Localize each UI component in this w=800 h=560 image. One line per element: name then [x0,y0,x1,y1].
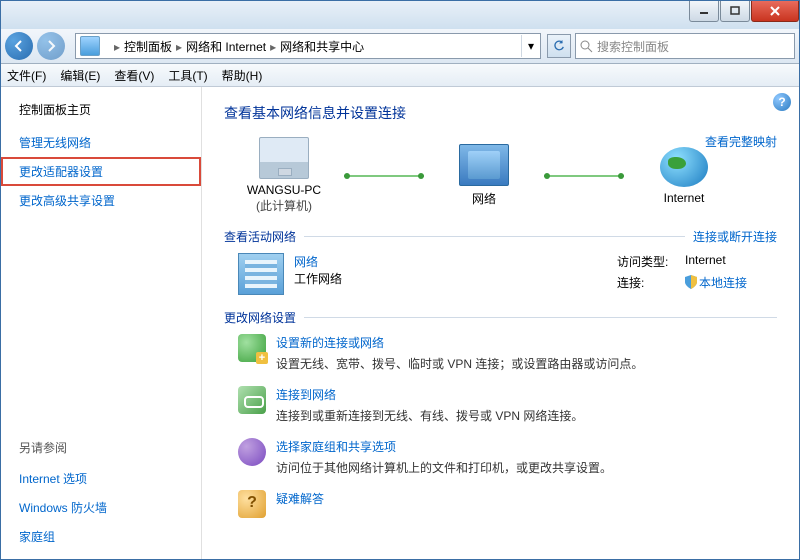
menu-tools[interactable]: 工具(T) [168,67,207,84]
navbar: ▸控制面板▸网络和 Internet▸网络和共享中心 ▾ 搜索控制面板 [1,29,799,64]
troubleshoot-icon [238,490,266,518]
back-button[interactable] [5,32,33,60]
forward-button[interactable] [37,32,65,60]
connect-disconnect-link[interactable]: 连接或断开连接 [693,228,777,245]
body: 控制面板主页 管理无线网络 更改适配器设置 更改高级共享设置 另请参阅 Inte… [1,87,799,559]
address-bar[interactable]: ▸控制面板▸网络和 Internet▸网络和共享中心 ▾ [75,33,541,59]
menu-edit[interactable]: 编辑(E) [60,67,100,84]
control-panel-home-link[interactable]: 控制面板主页 [1,101,201,128]
node-network: 网络 [424,144,544,207]
network-hub-icon [459,144,509,186]
node-this-pc: WANGSU-PC (此计算机) [224,137,344,214]
active-networks-header: 查看活动网络 [224,228,296,245]
menu-file[interactable]: 文件(F) [7,67,46,84]
titlebar [1,1,799,29]
sidebar-seealso-internet-options[interactable]: Internet 选项 [1,464,201,493]
shield-icon [685,275,697,289]
change-settings-header: 更改网络设置 [224,309,296,326]
see-also-header: 另请参阅 [1,439,201,464]
pc-icon [259,137,309,179]
menubar: 文件(F) 编辑(E) 查看(V) 工具(T) 帮助(H) [1,64,799,87]
task-connect-network[interactable]: 连接到网络连接到或重新连接到无线、有线、拨号或 VPN 网络连接。 [238,386,777,424]
task-homegroup-sharing[interactable]: 选择家庭组和共享选项访问位于其他网络计算机上的文件和打印机，或更改共享设置。 [238,438,777,476]
connect-network-icon [238,386,266,414]
menu-view[interactable]: 查看(V) [114,67,154,84]
change-settings-section: 更改网络设置 设置新的连接或网络设置无线、宽带、拨号、临时或 VPN 连接；或设… [224,309,777,518]
full-map-link[interactable]: 查看完整映射 [705,133,777,150]
sidebar-item-advanced-sharing[interactable]: 更改高级共享设置 [1,186,201,215]
maximize-button[interactable] [720,1,750,22]
globe-icon [660,147,708,187]
search-input[interactable]: 搜索控制面板 [575,33,795,59]
sidebar-item-wireless[interactable]: 管理无线网络 [1,128,201,157]
sidebar-seealso-homegroup[interactable]: 家庭组 [1,522,201,559]
node-internet: Internet [624,147,744,205]
active-network-props: 访问类型:Internet 连接:本地连接 [617,253,747,295]
sidebar-seealso-firewall[interactable]: Windows 防火墙 [1,493,201,522]
active-network-name[interactable]: 网络 [294,253,342,270]
active-network-row: 网络 工作网络 访问类型:Internet 连接:本地连接 [224,253,777,295]
active-networks-section: 查看活动网络 连接或断开连接 网络 工作网络 访问类型:Internet 连接:本… [224,228,777,295]
new-connection-icon [238,334,266,362]
local-connection-link[interactable]: 本地连接 [685,274,747,291]
sidebar: 控制面板主页 管理无线网络 更改适配器设置 更改高级共享设置 另请参阅 Inte… [1,87,202,559]
breadcrumb: ▸控制面板▸网络和 Internet▸网络和共享中心 [104,38,370,55]
close-button[interactable] [751,1,799,22]
work-network-icon [238,253,284,295]
window: ▸控制面板▸网络和 Internet▸网络和共享中心 ▾ 搜索控制面板 文件(F… [0,0,800,560]
address-dropdown[interactable]: ▾ [521,35,540,57]
homegroup-icon [238,438,266,466]
link-line [544,175,624,177]
search-icon [580,40,593,53]
network-map: WANGSU-PC (此计算机) 网络 Internet [224,137,777,214]
task-new-connection[interactable]: 设置新的连接或网络设置无线、宽带、拨号、临时或 VPN 连接；或设置路由器或访问… [238,334,777,372]
active-network-type[interactable]: 工作网络 [294,270,342,287]
sidebar-item-adapter-settings[interactable]: 更改适配器设置 [1,157,201,186]
refresh-button[interactable] [547,34,571,58]
task-troubleshoot[interactable]: 疑难解答 [238,490,777,518]
help-icon[interactable]: ? [773,93,791,111]
link-line [344,175,424,177]
main: ? 查看基本网络信息并设置连接 查看完整映射 WANGSU-PC (此计算机) … [202,87,799,559]
page-title: 查看基本网络信息并设置连接 [224,103,777,123]
control-panel-icon [80,36,100,56]
menu-help[interactable]: 帮助(H) [222,67,263,84]
minimize-button[interactable] [689,1,719,22]
